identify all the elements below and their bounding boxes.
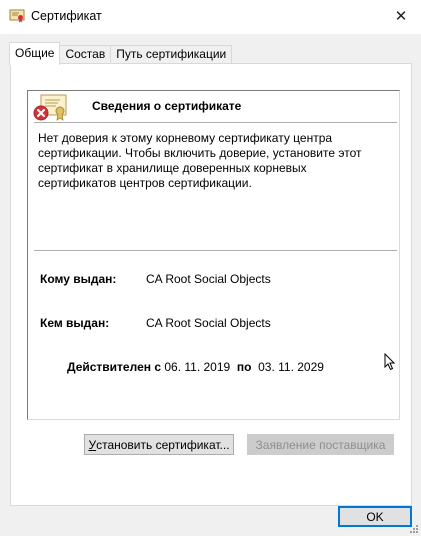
issuer-statement-button[interactable]: Заявление поставщика <box>247 434 394 455</box>
resize-grip-icon[interactable] <box>409 524 419 534</box>
tab-details[interactable]: Состав <box>59 45 112 64</box>
valid-from-value: 06. 11. 2019 <box>164 360 231 374</box>
certificate-icon <box>9 9 25 23</box>
install-button-label: становить сертификат... <box>96 437 230 452</box>
issued-to-label: Кому выдан: <box>40 272 117 286</box>
issued-by-label: Кем выдан: <box>40 316 110 330</box>
valid-from-label: Действителен с <box>67 360 161 374</box>
tab-general[interactable]: Общие <box>9 42 61 65</box>
info-heading: Сведения о сертификате <box>92 99 242 113</box>
tab-panel-general: Сведения о сертификате Нет доверия к это… <box>10 63 412 506</box>
divider-top <box>34 122 397 123</box>
window-title: Сертификат <box>31 9 102 23</box>
install-certificate-button[interactable]: Установить сертификат... <box>84 434 234 455</box>
tab-strip: Общие Состав Путь сертификации <box>9 42 233 65</box>
certificate-error-icon <box>33 94 67 121</box>
issued-by-value: CA Root Social Objects <box>146 316 271 330</box>
valid-to-label: по <box>236 360 252 374</box>
validity-row: Действителен с 06. 11. 2019 по 03. 11. 2… <box>67 360 324 374</box>
valid-to-value: 03. 11. 2029 <box>258 360 324 374</box>
mouse-cursor-icon <box>384 353 396 371</box>
tab-certification-path[interactable]: Путь сертификации <box>110 45 233 64</box>
certificate-info-frame: Сведения о сертификате Нет доверия к это… <box>27 90 400 420</box>
trust-warning-text: Нет доверия к этому корневому сертификат… <box>38 131 362 190</box>
title-bar: Сертификат ✕ <box>0 0 421 34</box>
close-button[interactable]: ✕ <box>381 0 421 32</box>
install-button-accelerator: У <box>88 437 97 452</box>
issued-to-value: CA Root Social Objects <box>146 272 271 286</box>
dialog-body: Общие Состав Путь сертификации Сведения … <box>0 34 421 536</box>
divider-middle <box>34 250 397 251</box>
ok-button[interactable]: OK <box>338 506 412 527</box>
close-icon: ✕ <box>394 8 408 25</box>
